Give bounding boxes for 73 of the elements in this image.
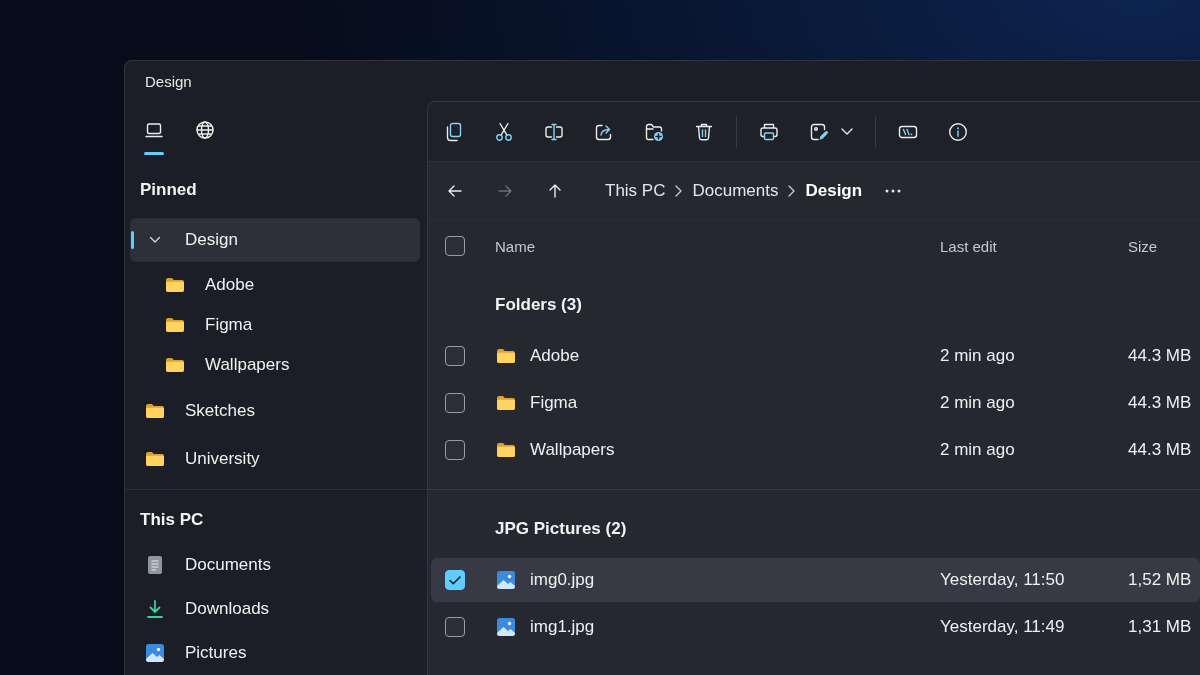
file-row[interactable]: Adobe 2 min ago 44.3 MB (431, 334, 1200, 378)
folder-icon (497, 349, 515, 363)
modified-date: Yesterday, 11:50 (940, 570, 1065, 590)
text-cursor-icon (544, 121, 564, 142)
row-checkbox[interactable] (445, 570, 465, 590)
file-name: Wallpapers (530, 440, 615, 460)
folder-icon (497, 443, 515, 457)
section-heading: Pinned (139, 180, 198, 200)
folder-icon (146, 404, 164, 418)
file-size: 44.3 MB (1128, 440, 1192, 460)
modified-date: 2 min ago (940, 393, 1015, 413)
row-checkbox[interactable] (445, 393, 465, 413)
modified-date: 2 min ago (940, 346, 1015, 366)
file-row[interactable]: Figma 2 min ago 44.3 MB (431, 381, 1200, 425)
sidebar-item[interactable]: Design (130, 218, 420, 262)
row-checkbox[interactable] (445, 617, 465, 637)
breadcrumb-item[interactable]: Documents (692, 181, 779, 201)
group-heading: JPG Pictures (2) (495, 519, 627, 538)
file-name: img0.jpg (530, 570, 595, 590)
file-size: 44.3 MB (1128, 393, 1192, 413)
folder-icon (166, 358, 184, 372)
file-name: Figma (530, 393, 578, 413)
image-pencil-icon (809, 121, 829, 142)
image-icon (497, 618, 515, 636)
folder-icon (497, 396, 515, 410)
sidebar-item[interactable]: University (130, 437, 420, 481)
file-row[interactable]: Wallpapers 2 min ago 44.3 MB (431, 428, 1200, 472)
folder-icon (166, 278, 184, 292)
copy-icon (444, 121, 464, 142)
file-size: 44.3 MB (1128, 346, 1192, 366)
row-checkbox[interactable] (445, 346, 465, 366)
folder-icon (166, 318, 184, 332)
chevron-right-icon (675, 185, 683, 197)
breadcrumb-item[interactable]: Design (805, 181, 863, 201)
file-size: 1,31 MB (1128, 617, 1192, 637)
image-icon (146, 644, 164, 662)
file-size: 1,52 MB (1128, 570, 1192, 590)
breadcrumb-item[interactable]: This PC (605, 181, 666, 201)
chevron-right-icon (788, 185, 796, 197)
file-row[interactable]: img0.jpg Yesterday, 11:50 1,52 MB (431, 558, 1200, 602)
sidebar-item[interactable]: Wallpapers (130, 345, 420, 385)
group-heading: Folders (3) (495, 295, 582, 314)
sidebar-item[interactable]: Documents (130, 544, 420, 586)
sidebar-item[interactable]: Sketches (130, 389, 420, 433)
select-all-checkbox[interactable] (445, 236, 465, 256)
globe-icon (195, 120, 215, 140)
check-icon (449, 575, 461, 585)
image-icon (497, 571, 515, 589)
modified-date: 2 min ago (940, 440, 1015, 460)
column-header[interactable]: Size (1128, 237, 1158, 255)
document-icon (148, 556, 162, 574)
column-header[interactable]: Name (495, 237, 535, 255)
modified-date: Yesterday, 11:49 (940, 617, 1065, 637)
more-icon (885, 189, 902, 193)
file-name: img1.jpg (530, 617, 595, 637)
sidebar-item[interactable]: Figma (130, 305, 420, 345)
sidebar-item[interactable]: Pictures (130, 632, 420, 674)
file-name: Adobe (530, 346, 580, 366)
sidebar-item[interactable]: Downloads (130, 588, 420, 630)
sidebar-item[interactable]: Adobe (130, 265, 420, 305)
scissors-icon (494, 121, 514, 142)
window-title: Design (145, 72, 192, 90)
folder-icon (146, 452, 164, 466)
trash-icon (694, 121, 714, 142)
section-heading: This PC (139, 510, 205, 530)
column-header[interactable]: Last edit (940, 237, 997, 255)
laptop-icon (144, 120, 164, 140)
file-row[interactable]: img1.jpg Yesterday, 11:49 1,31 MB (431, 605, 1200, 649)
info-icon (948, 121, 968, 142)
download-icon (147, 600, 163, 618)
printer-icon (759, 121, 779, 142)
row-checkbox[interactable] (445, 440, 465, 460)
folder-plus-icon (644, 121, 664, 142)
